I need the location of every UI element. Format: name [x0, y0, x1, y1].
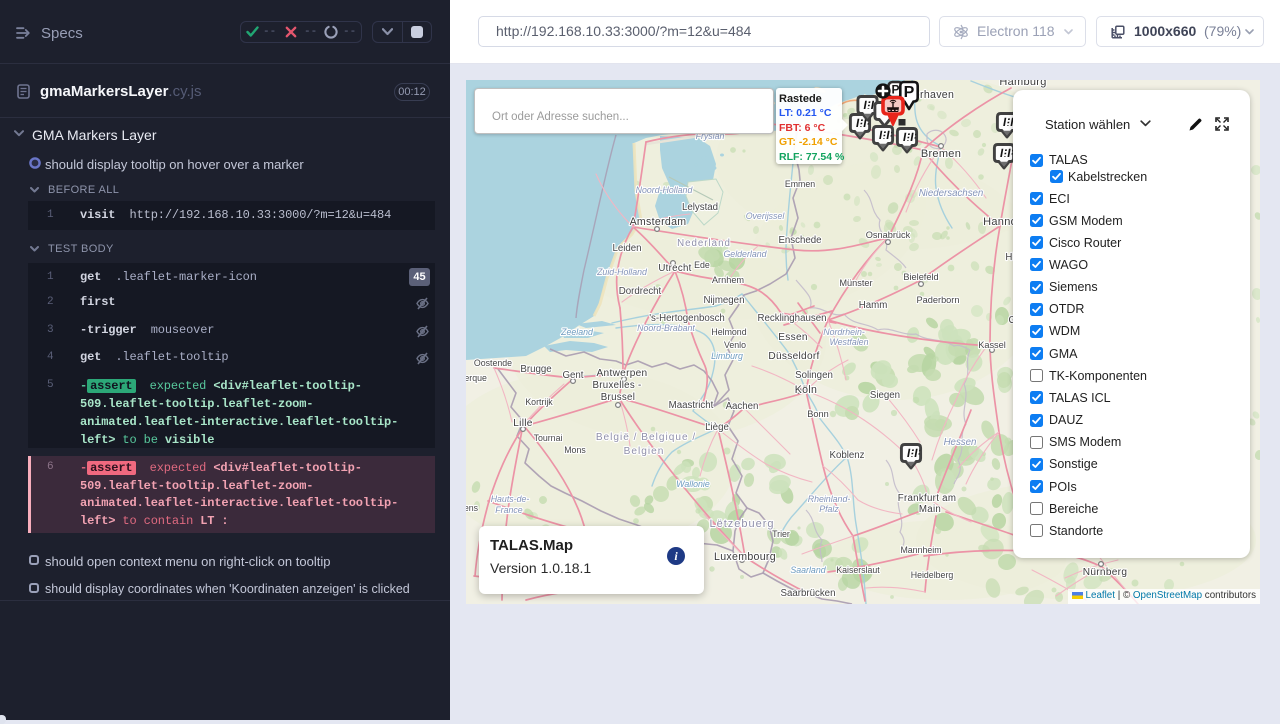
svg-text:Bremen: Bremen — [921, 148, 961, 160]
svg-text:Gelderland: Gelderland — [723, 249, 767, 259]
svg-text:Trier: Trier — [772, 529, 790, 539]
svg-text:Zuid-Holland: Zuid-Holland — [596, 267, 648, 277]
svg-text:P: P — [904, 84, 915, 101]
svg-text:Bruxelles -: Bruxelles - — [592, 380, 641, 391]
svg-text:Nürnberg: Nürnberg — [1083, 567, 1127, 578]
svg-text:Essen: Essen — [778, 332, 808, 343]
svg-text:Niedersachsen: Niedersachsen — [919, 188, 984, 199]
svg-text:Ede: Ede — [694, 260, 710, 270]
svg-text:Münster: Münster — [839, 278, 872, 288]
svg-text:Dordrecht: Dordrecht — [619, 286, 662, 297]
svg-text:France: France — [495, 505, 522, 515]
svg-text:Saarland: Saarland — [790, 565, 826, 575]
svg-text:Saarbrücken: Saarbrücken — [781, 588, 836, 599]
svg-text:Arnhem: Arnhem — [712, 275, 745, 285]
svg-text:erhaven: erhaven — [914, 89, 954, 101]
svg-text:België / Belgique /: België / Belgique / — [596, 432, 696, 443]
svg-text:Hamm: Hamm — [859, 300, 888, 311]
svg-text:Recklinghausen: Recklinghausen — [758, 313, 827, 324]
svg-text:Hauts-de-: Hauts-de- — [491, 494, 530, 504]
svg-text:Nijmegen: Nijmegen — [704, 295, 745, 306]
svg-text:Hessen: Hessen — [944, 437, 977, 448]
svg-text:Köln: Köln — [795, 384, 817, 396]
svg-text:Brugge: Brugge — [520, 364, 551, 375]
svg-text:Rheinland-: Rheinland- — [808, 494, 851, 504]
svg-text:Luxembourg: Luxembourg — [714, 551, 776, 563]
svg-text:nkerque: nkerque — [466, 373, 487, 383]
svg-text:Helmond: Helmond — [711, 327, 746, 337]
svg-text:Kassel: Kassel — [978, 340, 1006, 350]
svg-text:Tournai: Tournai — [534, 433, 563, 443]
svg-text:Maastricht: Maastricht — [669, 400, 714, 411]
svg-text:Paderborn: Paderborn — [917, 295, 960, 305]
svg-text:Düsseldorf: Düsseldorf — [768, 351, 819, 362]
svg-text:Osnabrück: Osnabrück — [866, 230, 911, 240]
svg-text:Liège: Liège — [705, 422, 729, 433]
svg-text:Nederland: Nederland — [677, 238, 731, 249]
svg-text:Bielefeld: Bielefeld — [903, 272, 938, 282]
svg-text:Limburg: Limburg — [711, 351, 743, 361]
svg-text:Lille: Lille — [513, 418, 533, 429]
svg-text:Westfalen: Westfalen — [830, 337, 869, 347]
svg-text:Solingen: Solingen — [795, 370, 833, 381]
svg-text:Brussel: Brussel — [601, 392, 635, 403]
svg-text:Koblenz: Koblenz — [829, 450, 864, 461]
svg-text:Noord-Holland: Noord-Holland — [636, 185, 694, 195]
svg-text:Zeeland: Zeeland — [560, 327, 594, 337]
svg-text:Main: Main — [919, 504, 941, 515]
svg-text:Bonn: Bonn — [807, 409, 828, 419]
svg-text:Lëtzebuerg: Lëtzebuerg — [709, 518, 774, 530]
svg-text:Lelystad: Lelystad — [682, 202, 718, 213]
svg-text:Wallonie: Wallonie — [676, 479, 710, 489]
svg-text:Siegen: Siegen — [870, 390, 900, 401]
svg-text:Amsterdam: Amsterdam — [630, 216, 687, 228]
svg-text:Kaiserslaut: Kaiserslaut — [836, 565, 880, 575]
svg-text:Oostende: Oostende — [474, 358, 512, 368]
svg-text:iens: iens — [466, 503, 479, 513]
svg-text:Mons: Mons — [564, 445, 586, 455]
svg-text:Leiden: Leiden — [612, 243, 641, 254]
svg-text:Emmen: Emmen — [785, 179, 815, 189]
svg-text:Belgien: Belgien — [624, 446, 665, 457]
svg-text:Utrecht: Utrecht — [658, 263, 691, 274]
svg-text:Noord-Brabant: Noord-Brabant — [637, 323, 695, 333]
svg-text:Gent: Gent — [562, 370, 583, 381]
svg-text:Heidelberg: Heidelberg — [911, 570, 954, 580]
svg-text:Venlo: Venlo — [724, 340, 746, 350]
svg-text:Nordrhein-: Nordrhein- — [823, 327, 865, 337]
svg-text:P: P — [891, 83, 899, 97]
svg-text:Pfalz: Pfalz — [819, 504, 839, 514]
svg-text:Enschede: Enschede — [778, 235, 821, 246]
svg-text:Overijssel: Overijssel — [746, 211, 786, 221]
svg-text:Mannheim: Mannheim — [900, 545, 941, 555]
svg-text:Aachen: Aachen — [726, 401, 759, 412]
svg-text:Antwerpen: Antwerpen — [597, 368, 648, 379]
svg-text:Kortrijk: Kortrijk — [525, 397, 553, 407]
svg-text:Hamburg: Hamburg — [999, 80, 1046, 88]
svg-text:Frankfurt am: Frankfurt am — [898, 493, 957, 504]
